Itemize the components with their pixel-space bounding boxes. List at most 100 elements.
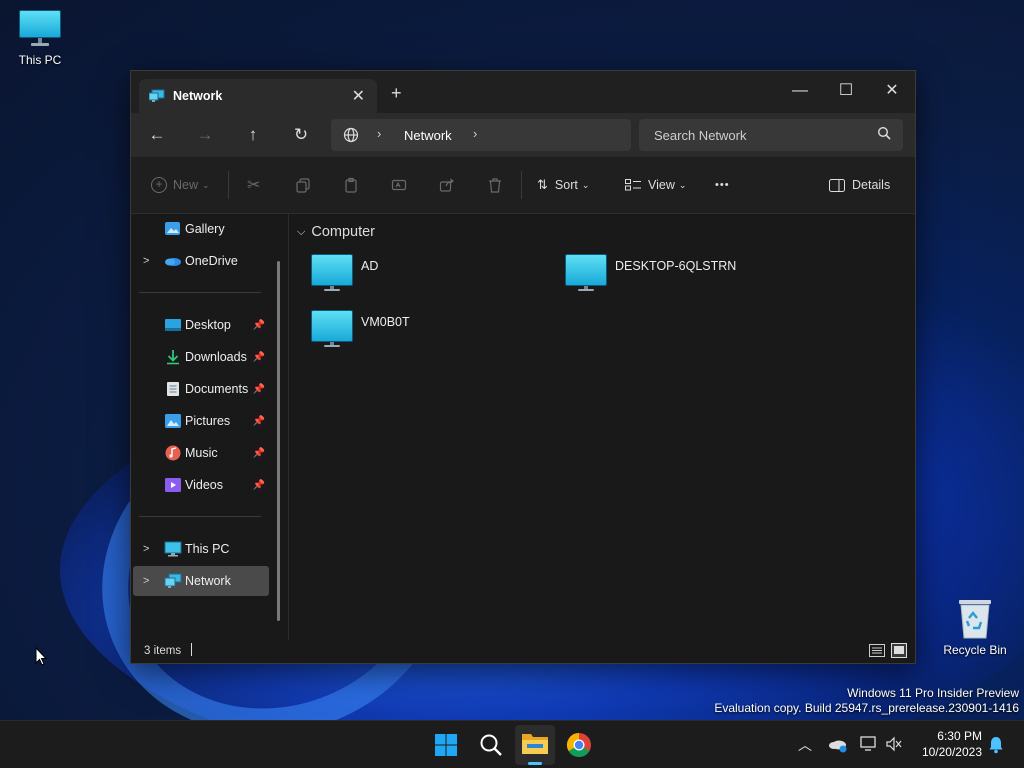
minimize-button[interactable]: — — [777, 77, 823, 105]
sidebar-divider — [139, 516, 261, 517]
volume-muted-icon[interactable] — [885, 736, 903, 752]
large-icons-view-icon[interactable] — [891, 643, 907, 658]
new-tab-button[interactable]: + — [391, 83, 402, 104]
taskbar: ︿ 6:30 PM 10/20/2023 — [0, 720, 1024, 768]
chevron-up-icon[interactable]: ︿ — [798, 735, 812, 755]
maximize-button[interactable]: ☐ — [823, 77, 869, 105]
sidebar-item-label: Downloads — [185, 350, 247, 364]
sidebar-item-label: Documents — [185, 382, 249, 396]
share-icon[interactable] — [439, 175, 455, 195]
sidebar-item-label: Videos — [185, 478, 223, 492]
pin-icon[interactable]: 📌 — [253, 352, 265, 363]
chevron-right-icon[interactable]: › — [473, 126, 477, 141]
item-name: DESKTOP-6QLSTRN — [615, 259, 737, 273]
sidebar-item-desktop[interactable]: Desktop 📌 — [133, 310, 269, 340]
folder-icon — [522, 734, 548, 754]
view-button[interactable]: View ⌄ — [625, 175, 686, 195]
close-button[interactable]: ✕ — [869, 77, 915, 105]
computer-icon — [565, 254, 607, 291]
notification-bell-icon[interactable] — [988, 736, 1004, 754]
command-bar: + New ⌄ ✂ ⇅ Sort ⌄ View ⌄ ••• Details — [131, 157, 915, 214]
network-computer-desktop[interactable]: DESKTOP-6QLSTRN — [565, 254, 805, 302]
desktop-icon-this-pc[interactable]: This PC — [0, 10, 80, 67]
sidebar-item-network[interactable]: > Network — [133, 566, 269, 596]
navigation-pane: Gallery > OneDrive Desktop 📌 Downloads 📌… — [131, 214, 283, 634]
file-explorer-window: Network ✕ + — ☐ ✕ ← → ↑ ↻ › Network › Se… — [130, 70, 916, 664]
network-icon — [164, 573, 182, 588]
mouse-cursor-icon — [35, 647, 47, 666]
computer-icon — [311, 310, 353, 347]
delete-icon[interactable] — [487, 175, 503, 195]
copy-icon[interactable] — [295, 175, 311, 195]
pin-icon[interactable]: 📌 — [253, 320, 265, 331]
cut-icon[interactable]: ✂ — [247, 175, 260, 195]
sidebar-item-gallery[interactable]: Gallery — [133, 214, 269, 244]
pin-icon[interactable]: 📌 — [253, 480, 265, 491]
back-button[interactable]: ← — [143, 123, 171, 147]
details-label: Details — [852, 178, 891, 192]
tab-close-icon[interactable]: ✕ — [352, 86, 365, 106]
network-tray-icon[interactable] — [860, 736, 878, 752]
network-computer-vm0b0t[interactable]: VM0B0T — [311, 310, 551, 358]
tab-network[interactable]: Network ✕ — [139, 79, 377, 113]
pin-icon[interactable]: 📌 — [253, 416, 265, 427]
forward-button[interactable]: → — [191, 123, 219, 147]
chevron-right-icon[interactable]: > — [143, 255, 149, 267]
sidebar-divider — [139, 292, 261, 293]
gallery-icon — [165, 222, 180, 235]
clock[interactable]: 6:30 PM 10/20/2023 — [910, 728, 982, 760]
sidebar-item-downloads[interactable]: Downloads 📌 — [133, 342, 269, 372]
document-icon — [167, 382, 179, 396]
new-button[interactable]: + New ⌄ — [151, 175, 210, 195]
desktop-icon-recycle-bin[interactable]: Recycle Bin — [935, 598, 1015, 657]
onedrive-tray-icon[interactable] — [828, 737, 848, 753]
new-label: New — [173, 178, 199, 192]
globe-icon — [343, 127, 359, 143]
plus-circle-icon: + — [151, 177, 167, 193]
breadcrumb-network[interactable]: Network — [404, 128, 452, 143]
pictures-icon — [165, 414, 181, 428]
sidebar-scrollbar[interactable] — [277, 261, 280, 621]
network-computer-ad[interactable]: AD — [311, 254, 551, 302]
refresh-button[interactable]: ↻ — [287, 123, 315, 147]
sidebar-item-this-pc[interactable]: > This PC — [133, 534, 269, 564]
up-button[interactable]: ↑ — [239, 123, 267, 147]
sidebar-item-music[interactable]: Music 📌 — [133, 438, 269, 468]
build-watermark: Windows 11 Pro Insider Preview Evaluatio… — [714, 686, 1019, 716]
item-name: VM0B0T — [361, 315, 410, 329]
sidebar-item-videos[interactable]: Videos 📌 — [133, 470, 269, 500]
details-button[interactable]: Details — [829, 175, 890, 195]
rename-icon[interactable] — [391, 175, 407, 195]
videos-icon — [165, 478, 181, 492]
search-icon — [877, 126, 891, 140]
chevron-right-icon[interactable]: › — [377, 126, 381, 141]
sidebar-item-pictures[interactable]: Pictures 📌 — [133, 406, 269, 436]
item-name: AD — [361, 259, 379, 273]
sort-button[interactable]: ⇅ Sort ⌄ — [537, 175, 589, 195]
status-bar: 3 items — [131, 640, 915, 662]
this-pc-icon — [164, 541, 182, 557]
recycle-bin-icon — [959, 600, 991, 639]
monitor-icon — [19, 10, 61, 46]
chevron-right-icon[interactable]: > — [143, 543, 149, 555]
group-header-computer[interactable]: ⌵ Computer — [297, 224, 375, 240]
file-explorer-taskbar-button[interactable] — [515, 725, 555, 765]
file-list: ⌵ Computer AD DESKTOP-6QLSTRN VM0B0T — [289, 214, 915, 640]
search-icon[interactable] — [475, 729, 507, 761]
paste-icon[interactable] — [343, 175, 359, 195]
chevron-right-icon[interactable]: > — [143, 575, 149, 587]
more-options-button[interactable]: ••• — [715, 175, 730, 195]
pin-icon[interactable]: 📌 — [253, 384, 265, 395]
title-bar: Network ✕ + — ☐ ✕ — [131, 71, 915, 113]
details-view-icon[interactable] — [869, 644, 885, 657]
address-bar[interactable]: › Network › — [331, 119, 631, 151]
sidebar-item-onedrive[interactable]: > OneDrive — [133, 246, 269, 276]
view-icon — [625, 179, 641, 191]
sidebar-item-documents[interactable]: Documents 📌 — [133, 374, 269, 404]
pin-icon[interactable]: 📌 — [253, 448, 265, 459]
chevron-down-icon: ⌄ — [202, 179, 210, 190]
start-windows-icon[interactable] — [430, 729, 462, 761]
chrome-icon[interactable] — [563, 729, 595, 761]
sidebar-item-label: Music — [185, 446, 218, 460]
search-box[interactable]: Search Network — [639, 119, 903, 151]
